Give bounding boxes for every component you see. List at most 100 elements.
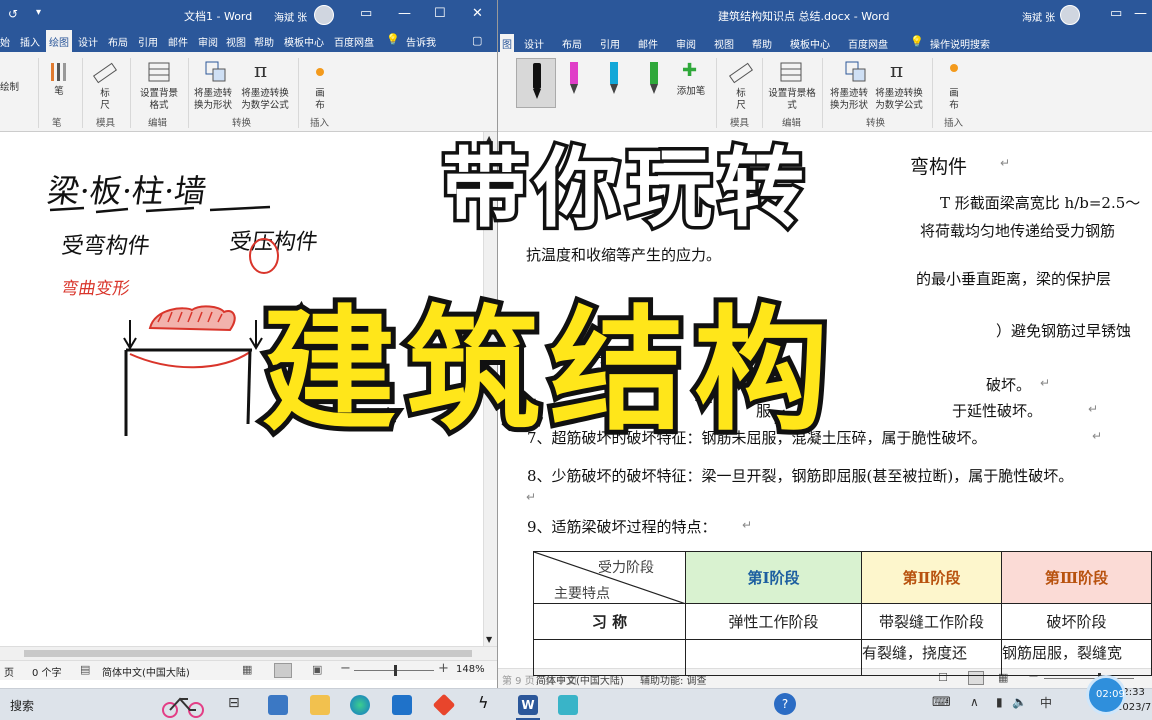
left-word-count[interactable]: 0 个字 (32, 664, 62, 679)
horizontal-scroll-thumb[interactable] (24, 650, 472, 657)
green-pen-icon[interactable] (646, 60, 662, 100)
pen-label[interactable]: 笔 (52, 86, 66, 98)
taskbar-search[interactable]: 搜索 (10, 697, 34, 714)
minimize-button[interactable]: — (398, 6, 411, 21)
ink-to-shape-icon[interactable] (844, 60, 868, 84)
ink-to-shape-label[interactable]: 将墨迹转换为形状 (828, 88, 870, 112)
tab-design-right[interactable]: 设计 (524, 36, 544, 51)
close-button[interactable]: ✕ (472, 6, 483, 21)
background-format-icon[interactable] (780, 62, 802, 82)
pi-formula-icon[interactable]: π (890, 58, 903, 82)
tab-baidu-right[interactable]: 百度网盘 (848, 36, 888, 51)
pi-formula-icon-left[interactable]: π (254, 58, 267, 82)
left-user-avatar[interactable] (314, 5, 334, 25)
user-avatar[interactable] (1060, 5, 1080, 25)
ribbon-display-icon-left[interactable]: ▭ (360, 6, 372, 21)
tab-home[interactable]: 始 (0, 34, 10, 49)
horizontal-scrollbar[interactable] (0, 646, 497, 660)
left-user-name: 海斌 张 (274, 13, 308, 24)
lightning-app-icon[interactable]: ϟ (478, 693, 489, 712)
draw-tool-label[interactable]: 绘制 (0, 82, 19, 94)
add-pen-icon[interactable]: ✚ (682, 60, 697, 81)
doc-line-failure: 破坏。 (986, 376, 1032, 394)
tab-review-right[interactable]: 审阅 (676, 36, 696, 51)
canvas-icon[interactable] (950, 64, 958, 72)
ruler-icon[interactable] (728, 60, 754, 86)
tab-design[interactable]: 设计 (78, 34, 98, 49)
tell-me-search[interactable]: 操作说明搜索 (930, 36, 990, 51)
tab-review[interactable]: 审阅 (198, 34, 218, 49)
print-layout-button[interactable] (274, 663, 292, 678)
table-corner-cell: 受力阶段 主要特点 (533, 551, 686, 604)
tab-insert[interactable]: 插入 (20, 34, 40, 49)
tab-references-right[interactable]: 引用 (600, 36, 620, 51)
zoom-thumb-left[interactable] (394, 665, 397, 676)
tab-draw-right[interactable]: 图 (500, 34, 514, 52)
tab-help-right[interactable]: 帮助 (752, 36, 772, 51)
tab-template-center[interactable]: 模板中心 (284, 34, 324, 49)
ribbon-display-icon[interactable]: ▭ (1110, 6, 1122, 21)
store-icon[interactable] (268, 695, 288, 715)
tab-draw[interactable]: 绘图 (46, 30, 72, 52)
tab-layout-right[interactable]: 布局 (562, 36, 582, 51)
mail-icon[interactable] (392, 695, 412, 715)
autosave-icon[interactable]: ↺ (8, 7, 18, 21)
left-zoom-level[interactable]: 148% (456, 664, 485, 675)
tab-mailings[interactable]: 邮件 (168, 34, 188, 49)
ink-to-math-label-left[interactable]: 将墨迹转换为数学公式 (238, 88, 292, 112)
tab-mailings-right[interactable]: 邮件 (638, 36, 658, 51)
maximize-button[interactable]: ☐ (434, 6, 446, 21)
comment-icon[interactable]: ▢ (472, 34, 482, 47)
zoom-slider[interactable] (1044, 678, 1134, 679)
focus-mode-icon[interactable]: ▦ (242, 663, 252, 676)
doc-line-9-balanced: 9、适筋梁破坏过程的特点： (527, 518, 717, 536)
pen-set-icon[interactable] (48, 60, 70, 86)
cyan-pen-icon[interactable] (606, 60, 622, 100)
magenta-pen-icon[interactable] (566, 60, 582, 100)
network-icon[interactable]: ▮ (996, 695, 1003, 709)
stages-table: 受力阶段 主要特点 第Ⅰ阶段 第Ⅱ阶段 第Ⅲ阶段 习 称 弹性工作阶段 带裂缝工… (533, 551, 1152, 676)
ruler-label-left[interactable]: 标尺 (98, 88, 112, 112)
canvas-label[interactable]: 画布 (946, 88, 962, 112)
task-view-icon[interactable]: ⊟ (228, 695, 240, 711)
up-arrow-icon[interactable]: ∧ (970, 695, 979, 709)
ink-to-shape-label-left[interactable]: 将墨迹转换为形状 (192, 88, 234, 112)
canvas-icon-left[interactable] (316, 68, 324, 76)
minimize-icon[interactable]: — (1134, 6, 1147, 21)
red-app-icon[interactable] (432, 693, 456, 717)
file-explorer-icon[interactable] (310, 695, 330, 715)
tab-references[interactable]: 引用 (138, 34, 158, 49)
tab-view[interactable]: 视图 (226, 34, 246, 49)
background-format-label-left[interactable]: 设置背景格式 (136, 88, 182, 112)
tab-layout[interactable]: 布局 (108, 34, 128, 49)
scroll-down-icon[interactable]: ▼ (486, 635, 492, 644)
photos-icon[interactable] (558, 695, 578, 715)
background-format-label[interactable]: 设置背景格式 (768, 88, 816, 112)
ime-icon[interactable]: 中 (1040, 694, 1052, 711)
tab-help[interactable]: 帮助 (254, 34, 274, 49)
left-language[interactable]: 简体中文(中国大陆) (102, 664, 190, 679)
right-user-name: 海斌 张 (1022, 13, 1056, 24)
ink-to-math-label[interactable]: 将墨迹转换为数学公式 (872, 88, 926, 112)
pen-black-selected[interactable] (516, 58, 556, 108)
zoom-in-left[interactable]: + (438, 661, 449, 676)
tab-view-right[interactable]: 视图 (714, 36, 734, 51)
ruler-icon-left[interactable] (92, 60, 118, 86)
quick-access-dropdown-icon[interactable]: ▾ (36, 7, 41, 18)
canvas-label-left[interactable]: 画布 (312, 88, 328, 112)
word-taskbar-icon[interactable]: W (518, 695, 538, 715)
proofing-icon[interactable]: ▤ (80, 663, 90, 676)
edge-icon[interactable] (350, 695, 370, 715)
tell-me-left[interactable]: 告诉我 (406, 34, 436, 49)
tab-baidu-netdisk[interactable]: 百度网盘 (334, 34, 374, 49)
volume-icon[interactable]: 🔈 (1012, 695, 1027, 709)
ruler-label[interactable]: 标尺 (732, 88, 750, 112)
help-icon[interactable]: ? (774, 693, 796, 715)
add-pen-label[interactable]: 添加笔 (676, 86, 706, 98)
zoom-out-left[interactable]: − (340, 661, 351, 676)
ink-to-shape-icon-left[interactable] (204, 60, 228, 84)
background-format-icon-left[interactable] (148, 62, 170, 82)
keyboard-icon[interactable]: ⌨ (932, 695, 951, 710)
tab-template-right[interactable]: 模板中心 (790, 36, 830, 51)
web-layout-button[interactable]: ▣ (312, 663, 322, 676)
